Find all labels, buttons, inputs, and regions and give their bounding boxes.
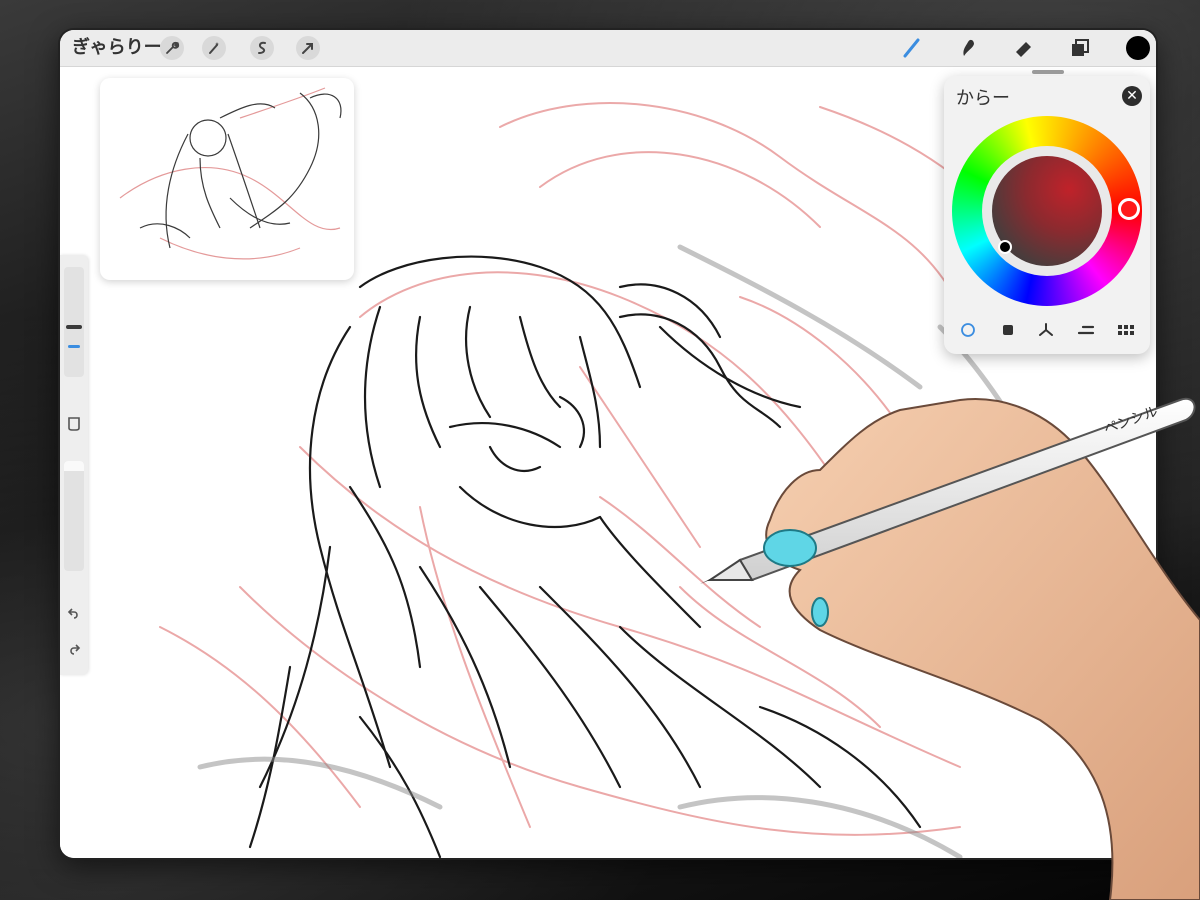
tab-classic[interactable]: [998, 322, 1018, 342]
close-icon: ✕: [1126, 88, 1138, 104]
smudge-button[interactable]: [956, 36, 980, 60]
reference-window[interactable]: [100, 78, 354, 280]
eraser-icon: [1012, 42, 1036, 64]
square-icon: [67, 417, 81, 436]
color-disc[interactable]: [952, 116, 1142, 306]
harmony-icon: [1038, 323, 1054, 342]
opacity-fill: [64, 461, 84, 471]
undo-icon: [66, 607, 82, 626]
redo-button[interactable]: [62, 641, 86, 665]
transform-button[interactable]: [296, 36, 320, 60]
undo-button[interactable]: [62, 605, 86, 629]
value-icon: [1077, 325, 1095, 342]
disc-icon: [960, 323, 976, 342]
opacity-slider[interactable]: [64, 461, 84, 571]
layers-icon: [1068, 39, 1092, 64]
actions-button[interactable]: [160, 36, 184, 60]
gallery-button[interactable]: ぎゃらりー: [72, 36, 162, 60]
smudge-icon: [956, 39, 980, 64]
left-sidebar: [60, 255, 88, 675]
palettes-icon: [1117, 325, 1135, 342]
tab-harmony[interactable]: [1036, 322, 1056, 342]
color-button[interactable]: [1126, 36, 1150, 60]
tab-value[interactable]: [1076, 322, 1096, 342]
top-toolbar: ぎゃらりー: [60, 30, 1156, 67]
saturation-knob[interactable]: [998, 240, 1012, 254]
color-panel-title: からー: [956, 88, 1010, 109]
classic-icon: [1000, 325, 1016, 342]
color-panel: からー ✕: [944, 70, 1150, 354]
tablet-screen: ぎゃらりー からー ✕: [60, 30, 1156, 858]
tab-palettes[interactable]: [1116, 322, 1136, 342]
brush-size-thumb[interactable]: [66, 325, 82, 329]
hue-knob[interactable]: [1118, 198, 1140, 220]
close-button[interactable]: ✕: [1122, 86, 1142, 106]
modify-button[interactable]: [62, 415, 86, 439]
selection-button[interactable]: [250, 36, 274, 60]
eraser-button[interactable]: [1012, 36, 1036, 60]
brush-size-slider[interactable]: [64, 267, 84, 377]
tab-disc[interactable]: [958, 322, 978, 342]
reference-sketch-image: [119, 87, 342, 260]
layers-button[interactable]: [1068, 36, 1092, 60]
adjustments-button[interactable]: [202, 36, 226, 60]
redo-icon: [66, 643, 82, 662]
brush-icon: [900, 38, 924, 64]
panel-grabber[interactable]: [1032, 70, 1064, 74]
brush-size-indicator: [68, 345, 80, 348]
brush-button[interactable]: [900, 36, 924, 60]
